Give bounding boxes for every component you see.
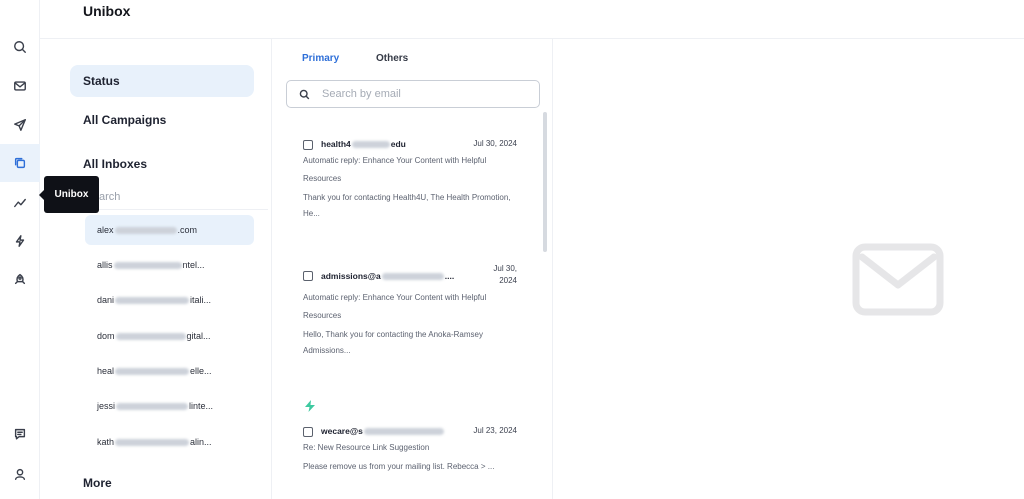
feedback-icon[interactable] — [0, 415, 40, 453]
rocket-icon[interactable] — [0, 260, 40, 298]
select-checkbox[interactable] — [303, 140, 313, 150]
icon-rail — [0, 0, 40, 499]
list-item[interactable]: wecare@s Jul 23, 2024 Re: New Resource L… — [303, 426, 517, 475]
select-checkbox[interactable] — [303, 271, 313, 281]
preview: Please remove us from your mailing list.… — [303, 462, 495, 471]
date: Jul 30, 2024 — [493, 264, 517, 285]
subject: Re: New Resource Link Suggestion — [303, 443, 430, 452]
search-icon — [299, 89, 310, 99]
tab-others[interactable]: Others — [376, 53, 408, 64]
inbox-item[interactable]: kath alin... — [85, 427, 254, 457]
unibox-icon[interactable] — [0, 144, 40, 182]
preview: Hello, Thank you for contacting the Anok… — [303, 330, 483, 355]
page-title: Unibox — [83, 3, 131, 19]
email-search-field[interactable] — [286, 80, 540, 108]
nav-more[interactable]: More — [70, 467, 254, 499]
tooltip: Unibox — [39, 176, 99, 213]
sender: wecare@s — [321, 426, 457, 436]
inbox-item[interactable]: jessi linte... — [85, 391, 254, 421]
user-icon[interactable] — [0, 455, 40, 493]
inbox-sidebar: Status All Campaigns All Inboxes arch al… — [54, 39, 272, 499]
inbox-item[interactable]: allis ntel... — [85, 250, 254, 280]
inbox-item[interactable]: dom gital... — [85, 321, 254, 351]
subject: Automatic reply: Enhance Your Content wi… — [303, 293, 487, 320]
inbox-item[interactable]: dani itali... — [85, 285, 254, 315]
search-icon[interactable] — [0, 28, 40, 66]
subject: Automatic reply: Enhance Your Content wi… — [303, 156, 487, 183]
inbox-item[interactable]: alex .com — [85, 215, 254, 245]
scrollbar[interactable] — [543, 112, 547, 252]
date: Jul 30, 2024 — [473, 139, 517, 148]
list-item[interactable]: admissions@a.... Jul 30, 2024 Automatic … — [303, 263, 517, 359]
email-search-input[interactable] — [322, 88, 522, 100]
analytics-icon[interactable] — [0, 184, 40, 222]
send-icon[interactable] — [0, 106, 40, 144]
nav-all-campaigns[interactable]: All Campaigns — [70, 104, 254, 136]
nav-status[interactable]: Status — [70, 65, 254, 97]
mail-placeholder-icon — [852, 243, 944, 316]
preview: Thank you for contacting Health4U, The H… — [303, 193, 511, 218]
inbox-search-input[interactable]: arch — [99, 191, 120, 203]
inbox-item[interactable]: heal elle... — [85, 356, 254, 386]
sender: health4 edu — [321, 139, 406, 149]
message-list: Primary Others health4edu Jul 30, 2024 A… — [273, 39, 553, 499]
date: Jul 23, 2024 — [473, 426, 517, 435]
bolt-icon — [304, 399, 316, 417]
nav-all-inboxes[interactable]: All Inboxes — [70, 148, 254, 180]
bolt-icon[interactable] — [0, 222, 40, 260]
select-checkbox[interactable] — [303, 427, 313, 437]
list-item[interactable]: health4 edu Jul 30, 2024 Automatic reply:… — [303, 139, 517, 222]
tab-primary[interactable]: Primary — [302, 53, 339, 64]
sender: admissions@a.... — [321, 271, 455, 281]
mail-icon[interactable] — [0, 67, 40, 105]
